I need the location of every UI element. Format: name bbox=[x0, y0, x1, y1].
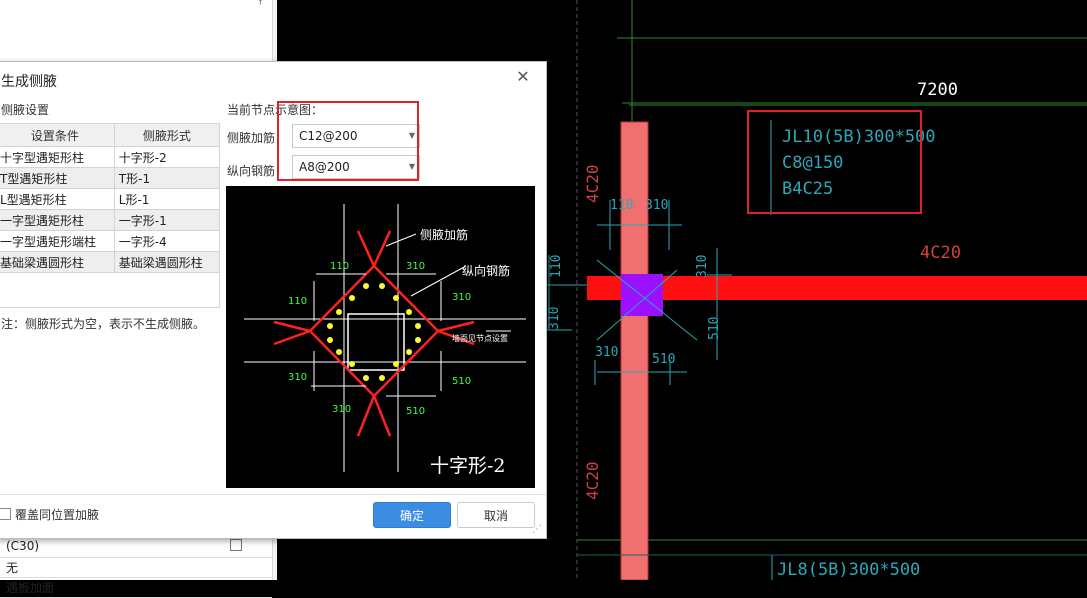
preview-dim: 310 bbox=[332, 404, 352, 415]
node-preview: 侧腋加筋 纵向钢筋 110 310 110 310 310 510 310 51… bbox=[226, 186, 535, 488]
condition-cell: 基础梁遇圆形柱 bbox=[0, 251, 115, 273]
rebar-dot bbox=[406, 309, 412, 315]
property-checkbox[interactable] bbox=[230, 539, 242, 551]
haunch-note: 注：侧腋形式为空，表示不生成侧腋。 bbox=[1, 317, 206, 331]
beam-column-node bbox=[621, 274, 663, 316]
footer-divider bbox=[0, 494, 546, 495]
rebar-dot bbox=[349, 295, 355, 301]
rebar-dot bbox=[393, 361, 399, 367]
rebar-dot bbox=[393, 295, 399, 301]
preview-dim: 310 bbox=[452, 292, 472, 303]
table-row[interactable]: L型遇矩形柱 L形-1 bbox=[0, 188, 221, 210]
overwrite-checkbox[interactable] bbox=[0, 508, 11, 520]
property-value: (C30) bbox=[6, 539, 40, 553]
haunch-rebar bbox=[356, 230, 376, 267]
form-cell[interactable]: 基础梁遇圆形柱 bbox=[113, 251, 221, 273]
rebar-dot bbox=[363, 375, 369, 381]
haunch-rebar bbox=[356, 395, 376, 437]
preview-label-long: 纵向钢筋 bbox=[462, 264, 511, 278]
property-row[interactable]: 遇板加面 bbox=[0, 577, 272, 598]
table-row[interactable]: 一字型遇矩形柱 一字形-1 bbox=[0, 209, 221, 231]
table-row[interactable]: 一字型遇矩形端柱 一字形-4 bbox=[0, 230, 221, 252]
highlight-box-annotation bbox=[747, 110, 922, 214]
dim-label: 110 bbox=[610, 198, 634, 213]
condition-cell: 一字型遇矩形端柱 bbox=[0, 230, 115, 252]
rebar-dot bbox=[336, 349, 342, 355]
long-rebar-label: 纵向钢筋 bbox=[227, 164, 276, 178]
span-dimension-label: 7200 bbox=[917, 80, 958, 100]
overwrite-label: 覆盖同位置加腋 bbox=[15, 508, 100, 522]
haunch-rebar bbox=[437, 320, 475, 333]
haunch-settings-label: 侧腋设置 bbox=[1, 103, 50, 117]
preview-dim: 110 bbox=[288, 296, 308, 307]
dim-label: 510 bbox=[652, 352, 676, 367]
haunch-diamond bbox=[308, 264, 440, 398]
generate-haunch-dialog: 生成侧腋 ✕ 侧腋设置 设置条件 侧腋形式 十字型遇矩形柱 十字形-2 T型遇矩… bbox=[0, 61, 547, 539]
property-row[interactable]: (C30) bbox=[0, 537, 272, 558]
preview-dim: 110 bbox=[330, 261, 350, 272]
preview-caption: 十字形-2 bbox=[430, 455, 506, 477]
condition-cell: T型遇矩形柱 bbox=[0, 167, 115, 189]
condition-cell: L型遇矩形柱 bbox=[0, 188, 115, 210]
preview-dim: 310 bbox=[406, 261, 426, 272]
highlight-box-fields bbox=[277, 101, 419, 181]
bottom-beam-annotation: JL8(5B)300*500 bbox=[777, 560, 921, 580]
dim-label: 310 bbox=[547, 306, 562, 330]
table-row[interactable]: 基础梁遇圆形柱 基础梁遇圆形柱 bbox=[0, 251, 221, 273]
dim-label: 310 bbox=[645, 198, 669, 213]
form-cell[interactable]: 一字形-4 bbox=[113, 230, 221, 252]
property-value: 遇板加面 bbox=[6, 581, 55, 595]
rebar-dot bbox=[349, 361, 355, 367]
table-row[interactable]: T型遇矩形柱 T形-1 bbox=[0, 167, 221, 189]
property-row[interactable]: 无 bbox=[0, 557, 272, 578]
form-cell[interactable]: T形-1 bbox=[113, 167, 221, 189]
form-cell[interactable]: L形-1 bbox=[113, 188, 221, 210]
haunch-rebar-label: 侧腋加筋 bbox=[227, 131, 276, 145]
preview-dim: 510 bbox=[452, 376, 472, 387]
form-cell[interactable]: 十字形-2 bbox=[113, 146, 221, 168]
column-rebar-label-bottom: 4C20 bbox=[583, 461, 602, 500]
haunch-rebar bbox=[372, 395, 392, 437]
rebar-dot bbox=[379, 283, 385, 289]
resize-grip-icon[interactable]: ⋰ bbox=[532, 524, 542, 535]
preview-label-haunch: 侧腋加筋 bbox=[420, 228, 469, 242]
dim-label: 510 bbox=[707, 316, 722, 340]
top-rebar-label: 4C20 bbox=[920, 243, 961, 263]
rebar-dot bbox=[327, 337, 333, 343]
property-grid: (C30) 无 遇板加面 bbox=[0, 537, 272, 598]
leader-line bbox=[385, 233, 417, 247]
dialog-title: 生成侧腋 bbox=[1, 74, 57, 90]
preview-side-note: 墙面见节点设置 bbox=[452, 334, 508, 343]
condition-cell: 一字型遇矩形柱 bbox=[0, 209, 115, 231]
rebar-dot bbox=[363, 283, 369, 289]
rebar-dot bbox=[336, 309, 342, 315]
table-row[interactable]: 十字型遇矩形柱 十字形-2 bbox=[0, 146, 221, 168]
dim-label: 310 bbox=[595, 345, 619, 360]
ok-button[interactable]: 确定 bbox=[373, 502, 451, 528]
rebar-dot bbox=[327, 323, 333, 329]
rebar-dot bbox=[379, 375, 385, 381]
column-header-form: 侧腋形式 bbox=[113, 123, 221, 147]
search-icon[interactable]: ⚲ bbox=[256, 0, 265, 6]
column-rebar-label-top: 4C20 bbox=[583, 164, 602, 203]
preview-dim: 310 bbox=[288, 372, 308, 383]
haunch-rebar bbox=[372, 230, 392, 267]
haunch-rebar bbox=[273, 329, 311, 346]
column bbox=[620, 121, 649, 580]
dim-label: 110 bbox=[549, 254, 564, 278]
rebar-dot bbox=[415, 337, 421, 343]
form-cell[interactable]: 一字形-1 bbox=[113, 209, 221, 231]
dim-label: 310 bbox=[695, 254, 710, 278]
condition-cell: 十字型遇矩形柱 bbox=[0, 146, 115, 168]
haunch-condition-table: 设置条件 侧腋形式 十字型遇矩形柱 十字形-2 T型遇矩形柱 T形-1 L型遇矩… bbox=[0, 123, 221, 273]
rebar-dot bbox=[406, 349, 412, 355]
preview-dim: 510 bbox=[406, 406, 426, 417]
column-header-condition: 设置条件 bbox=[0, 123, 115, 147]
cancel-button[interactable]: 取消 bbox=[457, 502, 535, 528]
property-value: 无 bbox=[6, 561, 19, 575]
rebar-dot bbox=[415, 323, 421, 329]
close-icon[interactable]: ✕ bbox=[515, 69, 531, 85]
haunch-rebar bbox=[273, 320, 311, 333]
